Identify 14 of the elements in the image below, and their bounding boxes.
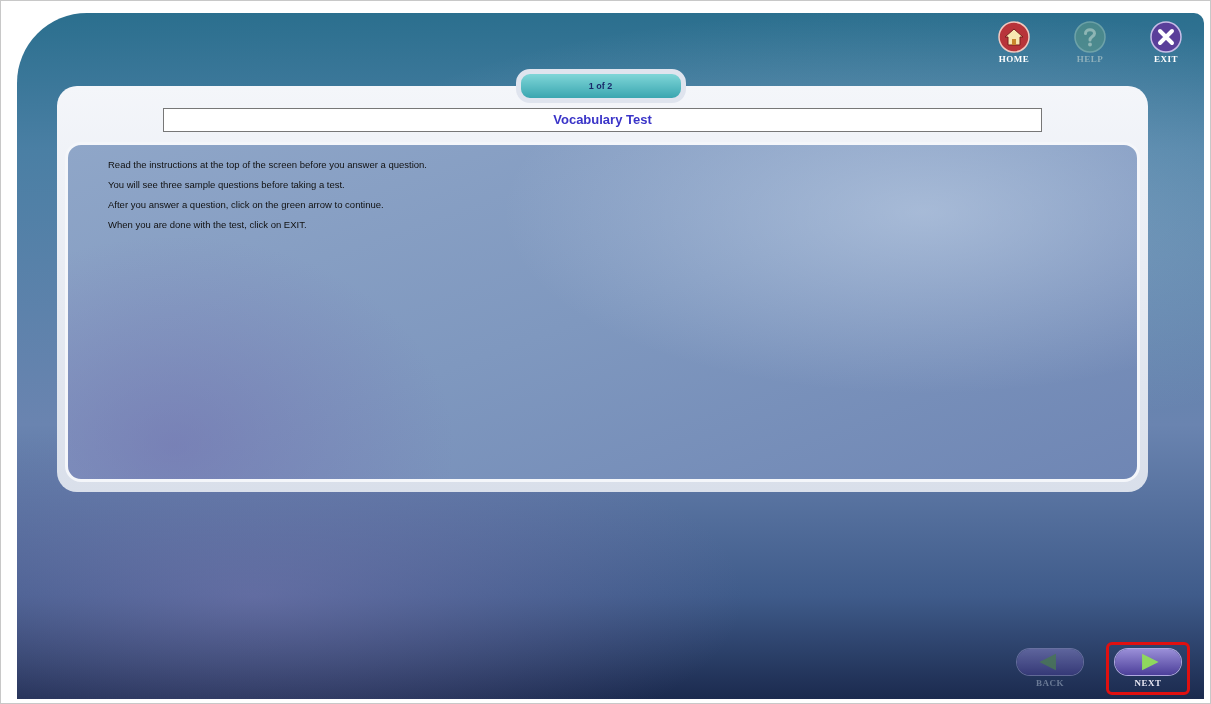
home-button[interactable]: HOME <box>998 21 1030 69</box>
house-icon <box>998 21 1030 53</box>
next-button[interactable]: NEXT <box>1115 649 1181 688</box>
instruction-text: You will see three sample questions before taking a test. <box>108 179 346 191</box>
instruction-text: When you are done with the test, click on EXIT. <box>108 219 308 231</box>
test-title: Vocabulary Test <box>163 108 1042 132</box>
instruction-text: Read the instructions at the top of the screen before you answer a question. <box>108 159 428 171</box>
exit-button[interactable]: EXIT <box>1150 21 1182 69</box>
help-icon <box>1074 21 1106 53</box>
close-icon <box>1150 21 1182 53</box>
arrow-icon <box>1115 649 1181 675</box>
page-indicator: 1 of 2 <box>515 69 686 103</box>
arrow-icon <box>1017 649 1083 675</box>
instruction-text: After you answer a question, click on the green arrow to continue. <box>108 199 385 211</box>
